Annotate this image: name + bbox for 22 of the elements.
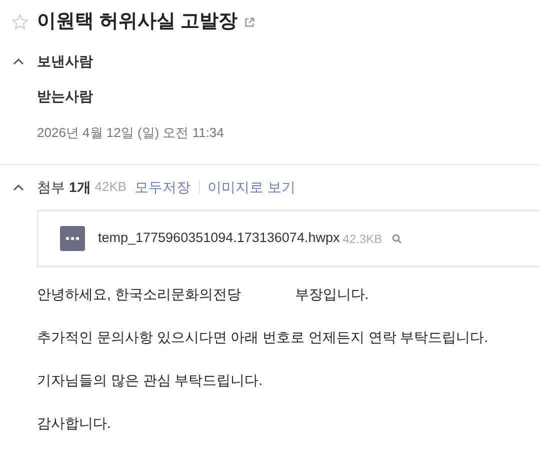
attachment-size: 42KB — [94, 178, 127, 196]
view-as-image-link[interactable]: 이미지로 보기 — [208, 176, 296, 198]
attachment-count: 1개 — [69, 178, 91, 196]
sender-label: 보낸사람 — [37, 52, 93, 70]
save-all-link[interactable]: 모두저장 — [134, 176, 191, 198]
search-icon[interactable] — [392, 234, 402, 244]
external-link-icon[interactable] — [244, 16, 255, 28]
star-icon[interactable] — [11, 13, 29, 31]
file-size: 42.3KB — [342, 230, 382, 248]
chevron-up-icon[interactable] — [13, 184, 24, 190]
chevron-up-icon[interactable] — [13, 58, 24, 64]
body-text: 부장입니다. — [294, 284, 369, 304]
file-name[interactable]: temp_1775960351094.173136074.hwpx — [98, 228, 340, 249]
body-text: 감사합니다. — [37, 414, 111, 432]
recipient-label: 받는사람 — [37, 86, 93, 106]
mail-title: 이원택 허위사실 고발장 — [37, 10, 238, 34]
body-text: 추가적인 문의사항 있으시다면 아래 번호로 언제든지 연락 부탁드립니다. — [37, 328, 488, 346]
attachment-label: 첨부 — [37, 178, 65, 196]
body-text: 안녕하세요, 한국소리문화의전당 — [37, 284, 241, 304]
body-text: 기자님들의 많은 관심 부탁드립니다. — [37, 370, 263, 390]
mail-date: 2026년 4월 12일 (일) 오전 11:34 — [37, 124, 224, 142]
file-icon[interactable] — [60, 226, 85, 251]
